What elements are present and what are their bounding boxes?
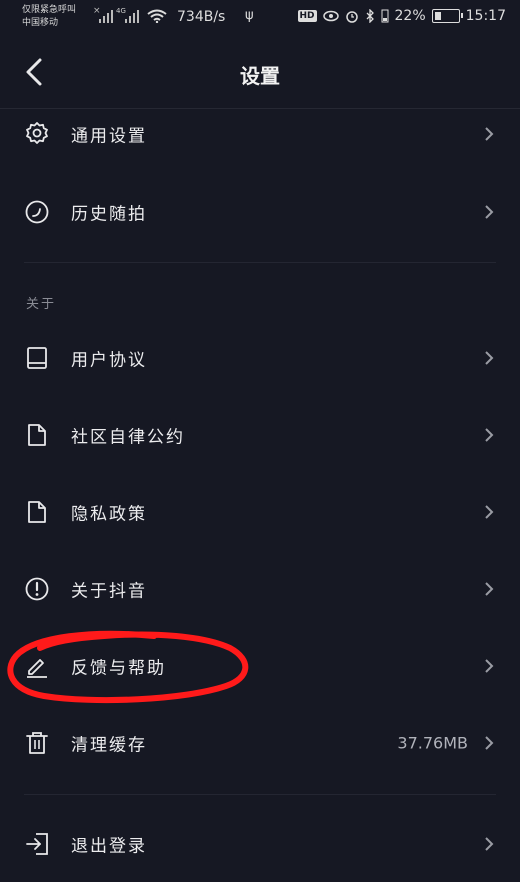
chevron-right-icon — [485, 659, 494, 673]
settings-item-label: 社区自律公约 — [71, 427, 185, 448]
divider — [24, 794, 496, 795]
settings-item-about[interactable]: 关于抖音 — [0, 551, 520, 627]
settings-item-community[interactable]: 社区自律公约 — [0, 397, 520, 473]
page-title: 设置 — [240, 64, 280, 88]
clock-time: 15:17 — [465, 8, 506, 24]
settings-item-label: 隐私政策 — [71, 504, 147, 525]
chevron-right-icon — [485, 837, 494, 851]
settings-item-history[interactable]: 历史随拍 — [0, 174, 520, 250]
info-icon — [25, 577, 49, 601]
hd-badge: HD — [297, 10, 317, 22]
settings-item-label: 通用设置 — [71, 126, 147, 147]
signal-icon — [99, 9, 113, 23]
eye-icon — [322, 10, 339, 22]
carrier-info: 仅限紧急呼叫 中国移动 — [22, 5, 77, 28]
chevron-right-icon — [485, 505, 494, 519]
document-icon — [28, 424, 46, 446]
settings-item-user-agreement[interactable]: 用户协议 — [0, 320, 520, 396]
section-header-about: 关于 — [26, 297, 57, 312]
battery-icon — [431, 9, 463, 23]
clock-icon — [25, 200, 49, 224]
settings-item-label: 清理缓存 — [71, 735, 147, 756]
logout-icon — [26, 833, 48, 855]
settings-item-label: 用户协议 — [71, 350, 147, 371]
chevron-right-icon — [485, 582, 494, 596]
status-right: HD 22% 15:17 — [297, 8, 506, 24]
red-circle-annotation — [7, 630, 249, 704]
settings-item-logout[interactable]: 退出登录 — [0, 806, 520, 882]
settings-item-privacy[interactable]: 隐私政策 — [0, 474, 520, 550]
battery-percent: 22% — [394, 8, 426, 24]
bluetooth-icon — [366, 9, 374, 23]
book-icon — [27, 347, 47, 369]
signal-icon — [125, 9, 139, 23]
document-icon — [28, 501, 46, 523]
chevron-right-icon — [485, 736, 494, 750]
chevron-right-icon — [485, 351, 494, 365]
divider — [24, 262, 496, 263]
network-speed: 734B/s — [177, 9, 226, 25]
gear-icon — [26, 122, 48, 144]
wifi-icon — [147, 9, 167, 23]
settings-item-general[interactable]: 通用设置 — [0, 96, 520, 172]
trash-icon — [26, 732, 48, 754]
chevron-right-icon — [485, 205, 494, 219]
settings-item-label: 关于抖音 — [71, 581, 147, 602]
chevron-right-icon — [485, 428, 494, 442]
alarm-icon — [345, 11, 358, 23]
status-bar: 仅限紧急呼叫 中国移动 × 4G 734B/s ψ HD 22% 15:17 — [0, 0, 520, 40]
settings-item-clear-cache[interactable]: 清理缓存 37.76MB — [0, 705, 520, 781]
settings-item-label: 退出登录 — [71, 836, 147, 857]
settings-item-label: 历史随拍 — [71, 204, 147, 225]
cache-size: 37.76MB — [397, 733, 468, 753]
chevron-right-icon — [485, 127, 494, 141]
usb-icon: ψ — [245, 8, 254, 23]
battery-level-icon — [381, 9, 389, 23]
